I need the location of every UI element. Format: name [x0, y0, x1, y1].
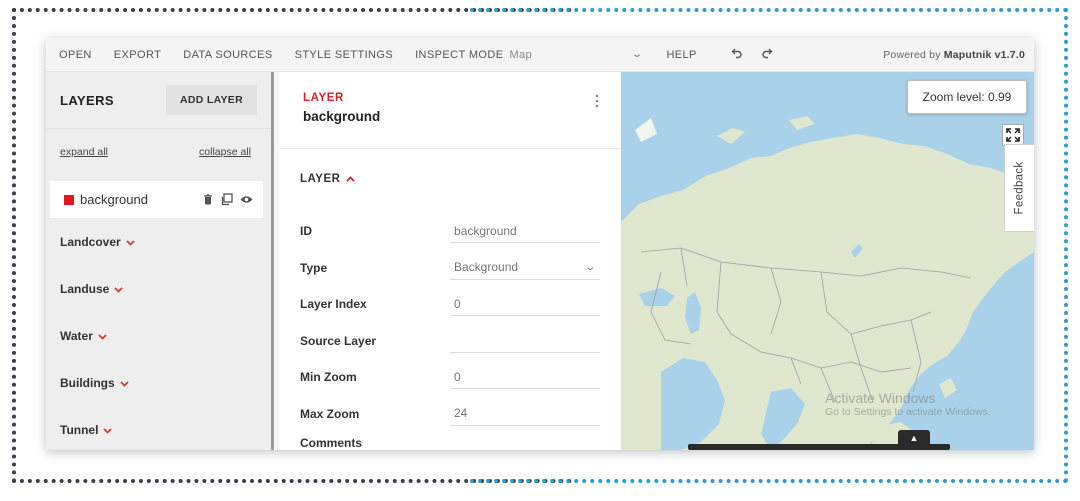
group-label: Buildings	[60, 375, 115, 390]
expand-collapse-row: expand all collapse all	[46, 129, 271, 181]
powered-prefix: Powered by	[883, 48, 944, 61]
inspect-mode-label: INSPECT MODE	[415, 48, 504, 61]
chevron-down-icon	[103, 423, 113, 437]
trash-icon[interactable]	[203, 194, 213, 205]
prop-comments: Comments	[279, 432, 621, 450]
arctic-island	[789, 116, 815, 130]
layer-section-toggle[interactable]: LAYER	[279, 149, 621, 213]
group-label: Water	[60, 328, 93, 343]
maputnik-app: OPEN EXPORT DATA SOURCES STYLE SETTINGS …	[46, 38, 1034, 450]
prop-layer-index: Layer Index 0	[279, 286, 621, 323]
watermark-subtitle: Go to Settings to activate Windows.	[825, 406, 991, 419]
type-value: Background	[454, 260, 519, 275]
max-zoom-input[interactable]: 24	[450, 402, 600, 426]
powered-brand[interactable]: Maputnik v1.7.0	[944, 49, 1025, 61]
help-menu[interactable]: HELP	[655, 49, 707, 61]
layers-title: LAYERS	[60, 92, 114, 108]
source-layer-input[interactable]	[450, 329, 600, 353]
style-settings-menu[interactable]: STYLE SETTINGS	[284, 49, 405, 61]
editor-header: LAYER background	[279, 72, 621, 149]
layer-group-buildings[interactable]: Buildings	[46, 359, 271, 406]
group-label: Landuse	[60, 281, 110, 296]
chevron-up-icon	[346, 173, 356, 185]
layer-index-value: 0	[454, 296, 461, 311]
layer-group-water[interactable]: Water	[46, 312, 271, 359]
expand-all-link[interactable]: expand all	[60, 146, 108, 181]
layer-groups: Landcover Landuse Water Buildings Tunnel	[46, 218, 271, 450]
bottom-panel-bar	[688, 444, 950, 450]
map-view[interactable]: Zoom level: 0.99 Feedback Activate Windo…	[621, 72, 1034, 450]
chevron-down-icon: ⌄	[630, 49, 644, 60]
prop-label: ID	[300, 224, 312, 239]
prop-label: Type	[300, 260, 328, 275]
max-zoom-value: 24	[454, 406, 468, 421]
watermark-title: Activate Windows	[825, 390, 936, 406]
id-input[interactable]: background	[450, 219, 600, 244]
prop-type: Type Background ⌄	[279, 250, 621, 287]
layers-panel: LAYERS ADD LAYER expand all collapse all…	[46, 72, 274, 450]
prop-label: Comments	[300, 436, 363, 450]
redo-icon[interactable]	[752, 47, 782, 62]
prop-label: Source Layer	[300, 333, 377, 348]
editor-title: background	[303, 109, 381, 124]
feedback-label: Feedback	[1013, 161, 1026, 215]
section-label: LAYER	[300, 173, 341, 185]
group-label: Tunnel	[60, 422, 99, 437]
arctic-island	[635, 118, 657, 142]
export-menu[interactable]: EXPORT	[103, 49, 172, 61]
add-layer-button[interactable]: ADD LAYER	[166, 85, 257, 115]
layer-editor: LAYER background LAYER ID background Typ…	[279, 72, 621, 450]
chevron-down-icon	[114, 282, 123, 296]
layer-group-landuse[interactable]: Landuse	[46, 265, 271, 312]
layer-color-swatch	[64, 194, 74, 205]
prop-source-layer: Source Layer	[279, 323, 621, 360]
duplicate-icon[interactable]	[220, 193, 233, 206]
inspect-mode-select[interactable]: Map ⌄	[509, 49, 645, 61]
open-menu[interactable]: OPEN	[46, 49, 103, 61]
chevron-down-icon	[120, 376, 129, 390]
prop-label: Layer Index	[300, 297, 367, 312]
layers-header: LAYERS ADD LAYER	[46, 72, 271, 129]
chevron-down-icon	[126, 235, 135, 249]
layer-group-landcover[interactable]: Landcover	[46, 218, 271, 265]
editor-kicker: LAYER	[303, 92, 344, 104]
inspect-mode-value: Map	[509, 48, 533, 61]
prop-min-zoom: Min Zoom 0	[279, 359, 621, 396]
prop-label: Min Zoom	[300, 370, 357, 385]
visibility-eye-icon[interactable]	[240, 195, 253, 204]
type-select[interactable]: Background ⌄	[450, 256, 600, 280]
min-zoom-value: 0	[454, 369, 461, 384]
undo-icon[interactable]	[722, 47, 752, 62]
chevron-down-icon	[98, 329, 107, 343]
data-sources-menu[interactable]: DATA SOURCES	[172, 49, 283, 61]
layer-actions	[203, 193, 253, 206]
feedback-tab[interactable]: Feedback	[1004, 144, 1034, 232]
group-label: Landcover	[60, 234, 121, 249]
layer-item-background[interactable]: background	[50, 181, 263, 218]
prop-label: Max Zoom	[300, 406, 360, 421]
layer-item-label: background	[80, 192, 148, 207]
layer-index-input[interactable]: 0	[450, 292, 600, 317]
zoom-level-indicator: Zoom level: 0.99	[907, 80, 1027, 114]
prop-max-zoom: Max Zoom 24	[279, 396, 621, 433]
chevron-down-icon: ⌄	[583, 261, 596, 273]
powered-by: Powered by Maputnik v1.7.0	[883, 49, 1034, 61]
more-options-icon[interactable]	[595, 94, 599, 113]
activate-windows-watermark: Activate Windows Go to Settings to activ…	[825, 390, 991, 418]
id-value: background	[454, 223, 517, 238]
prop-id: ID background	[279, 213, 621, 250]
fullscreen-icon[interactable]	[1002, 124, 1024, 146]
chevron-up-icon: ▲	[909, 433, 919, 443]
arctic-island	[717, 128, 745, 144]
min-zoom-input[interactable]: 0	[450, 365, 600, 390]
top-toolbar: OPEN EXPORT DATA SOURCES STYLE SETTINGS …	[46, 38, 1034, 72]
layer-group-tunnel[interactable]: Tunnel	[46, 406, 271, 450]
collapse-all-link[interactable]: collapse all	[199, 146, 251, 181]
